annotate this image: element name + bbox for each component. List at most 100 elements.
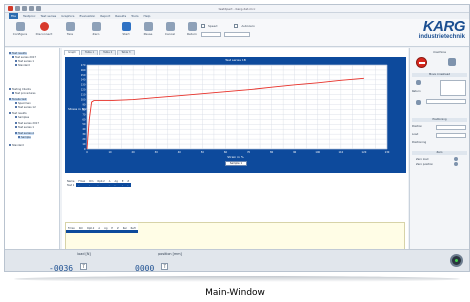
ribbon-button-label: Cancel <box>164 32 176 36</box>
start-icon <box>121 22 131 31</box>
tree-item[interactable]: Test series 1 <box>15 60 34 63</box>
tree-node-icon <box>15 116 17 118</box>
ribbon-button[interactable]: Configure <box>9 22 31 44</box>
return-icon <box>187 22 197 31</box>
load-meter: load [N] -0036 T <box>49 252 119 271</box>
ribbon-button[interactable]: Cancel <box>159 22 181 44</box>
y-tick-label: 170 <box>81 63 86 67</box>
x-tick-label: 20 <box>132 150 136 154</box>
table-row[interactable]: Test 1------- <box>65 183 132 187</box>
load-label: load [N] <box>77 252 91 256</box>
tree-item[interactable]: Test series 2017 <box>15 122 39 125</box>
ribbon-button-label: Tare <box>66 32 74 36</box>
ribbon-button[interactable]: Tare <box>59 22 81 44</box>
tab[interactable]: Table 3 <box>117 50 135 55</box>
y-tick-label: 90 <box>82 102 86 106</box>
jog-control[interactable] <box>440 80 466 96</box>
tree-item[interactable]: Samples <box>15 116 29 119</box>
logo-sub-text: industrietechnik <box>418 34 465 40</box>
table-row[interactable] <box>66 230 138 233</box>
tree-item[interactable]: Test series 1 <box>15 126 34 129</box>
tree-item-label: Test results <box>12 112 27 115</box>
tree-item[interactable]: Test results <box>9 52 27 55</box>
table-cell: - <box>112 183 120 187</box>
machine-icon[interactable] <box>448 58 456 66</box>
results-header-cell[interactable]: Rm <box>87 176 95 183</box>
tree-item[interactable]: Specimen <box>15 102 31 105</box>
tree-item[interactable]: Test procedures <box>12 92 35 95</box>
power-button[interactable] <box>450 254 463 267</box>
arrow-down-icon[interactable] <box>416 100 421 105</box>
ribbon-button[interactable]: Zero <box>85 22 107 44</box>
tab[interactable]: Table 2 <box>99 50 117 55</box>
results-header-cell[interactable]: Rp0.2 <box>95 176 106 183</box>
results2-header-cell[interactable]: Rel <box>120 223 129 230</box>
zero-position-icon[interactable] <box>454 162 458 166</box>
ribbon-button[interactable]: Start <box>115 22 137 44</box>
tree-item[interactable]: Testing Clients <box>9 88 31 91</box>
chart-legend[interactable]: Sample 1 <box>225 161 247 166</box>
window-shadow <box>14 276 460 282</box>
tree-item[interactable]: Test series A <box>15 132 35 135</box>
positioning-label: Positioning <box>412 141 427 144</box>
title-bar: testXpert - Karg.dat.mcc <box>5 5 469 13</box>
tree-node-icon <box>15 102 17 104</box>
tree-item-label: Test results <box>12 52 27 55</box>
x-tick-label: 70 <box>247 150 251 154</box>
tree-node-icon <box>15 60 17 62</box>
speed-field[interactable] <box>201 31 221 37</box>
position-target-field[interactable] <box>436 125 466 130</box>
results2-header-cell[interactable]: Rm <box>76 223 86 230</box>
position-zero-button[interactable]: T <box>161 263 169 270</box>
results2-header-cell[interactable]: Ag <box>102 223 110 230</box>
results-header-cell[interactable]: Name <box>65 176 76 183</box>
navigation-tree: Test results Test series 2017 Test series … <box>5 48 60 268</box>
position-field[interactable] <box>426 99 466 104</box>
tree-item[interactable]: Test series 12 <box>15 106 36 109</box>
tare-icon <box>65 22 75 31</box>
tree-item[interactable]: Test results <box>9 112 27 115</box>
x-tick-label: 80 <box>270 150 274 154</box>
tree-item[interactable]: Test series 2017 <box>12 56 36 59</box>
results2-header-cell[interactable]: Rp0.2 <box>85 223 97 230</box>
speed-unit-field[interactable] <box>224 31 250 37</box>
autozero-checkbox[interactable] <box>234 24 239 28</box>
tree-item-label: Test series A <box>18 132 35 135</box>
gear-icon <box>15 22 25 31</box>
results-header-cell[interactable]: Fmax <box>76 176 87 183</box>
tree-node-icon <box>15 122 17 124</box>
y-tick-label: 30 <box>82 132 86 136</box>
tree-item-label: Test procedures <box>15 92 36 95</box>
ribbon-button[interactable]: Disconnect <box>33 22 55 44</box>
autozero-label: Autozero <box>241 24 255 28</box>
tree-node-icon <box>18 136 20 138</box>
ribbon-button[interactable]: Pause <box>137 22 159 44</box>
ribbon-button[interactable]: Return <box>181 22 203 44</box>
tab[interactable]: Graph <box>64 50 80 55</box>
x-tick-label: 110 <box>338 150 343 154</box>
x-axis-label: Strain in % <box>227 155 244 159</box>
results2-header-cell[interactable]: ReH <box>128 223 138 230</box>
results-header-cell[interactable]: Z <box>125 176 131 183</box>
table-cell <box>102 230 110 233</box>
load-label: Load <box>412 133 419 136</box>
tree-node-icon <box>9 88 11 90</box>
table-cell <box>128 230 138 233</box>
tree-item[interactable]: Tensile test <box>9 98 27 101</box>
ribbon-button-label: Disconnect <box>35 32 53 36</box>
tree-item[interactable]: Sample <box>18 136 31 139</box>
tab[interactable]: Table 1 <box>80 50 99 55</box>
position-label: Position <box>412 125 423 128</box>
arrow-up-icon[interactable] <box>416 80 421 85</box>
row-label: Test 1 <box>65 183 77 187</box>
tree-item[interactable]: Standard <box>15 64 30 67</box>
load-target-field[interactable] <box>436 133 466 138</box>
x-tick-label: 10 <box>108 150 112 154</box>
load-tare-button[interactable]: T <box>80 263 88 270</box>
results2-header-cell[interactable]: Fmax <box>66 223 77 230</box>
zero-load-icon[interactable] <box>454 157 458 161</box>
position-meter: position [mm] 0000 T <box>135 252 205 271</box>
emergency-stop-button[interactable] <box>416 57 427 68</box>
tree-item[interactable]: Standard <box>9 144 24 147</box>
results-header-cell[interactable]: Ag <box>113 176 120 183</box>
